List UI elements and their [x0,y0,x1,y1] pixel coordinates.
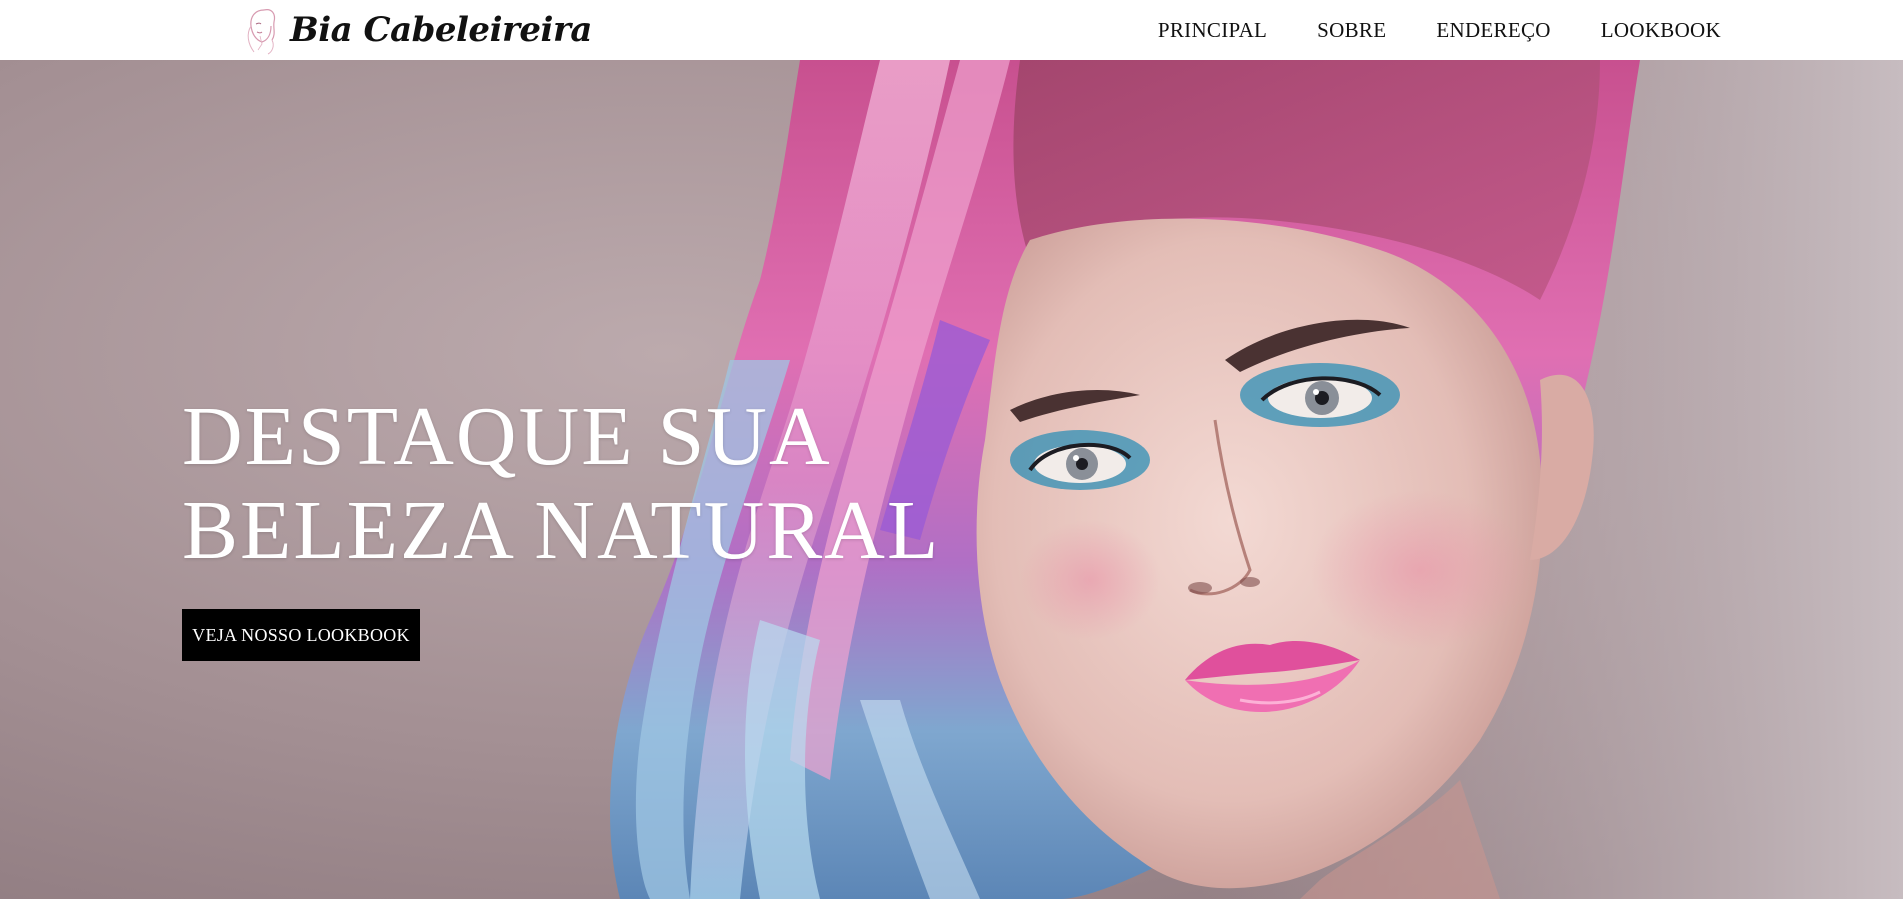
main-nav: PRINCIPAL SOBRE ENDEREÇO LOOKBOOK [1108,0,1721,60]
hero-title-line-2: BELEZA NATURAL [182,484,941,577]
brand-name: Bia Cabeleireira [290,10,592,50]
nav-link-sobre[interactable]: SOBRE [1317,18,1386,43]
woman-face-logo-icon [247,9,276,55]
nav-link-principal[interactable]: PRINCIPAL [1158,18,1267,43]
hero-section: DESTAQUE SUA BELEZA NATURAL VEJA NOSSO L… [0,60,1903,899]
brand[interactable]: Bia Cabeleireira [242,0,592,60]
hero-title: DESTAQUE SUA BELEZA NATURAL [182,390,940,578]
nav-link-lookbook[interactable]: LOOKBOOK [1601,18,1721,43]
hero-title-line-1: DESTAQUE SUA [182,390,832,483]
top-navbar: Bia Cabeleireira PRINCIPAL SOBRE ENDEREÇ… [0,0,1903,60]
nav-link-endereco[interactable]: ENDEREÇO [1436,18,1550,43]
lookbook-cta-button[interactable]: VEJA NOSSO LOOKBOOK [182,609,420,661]
